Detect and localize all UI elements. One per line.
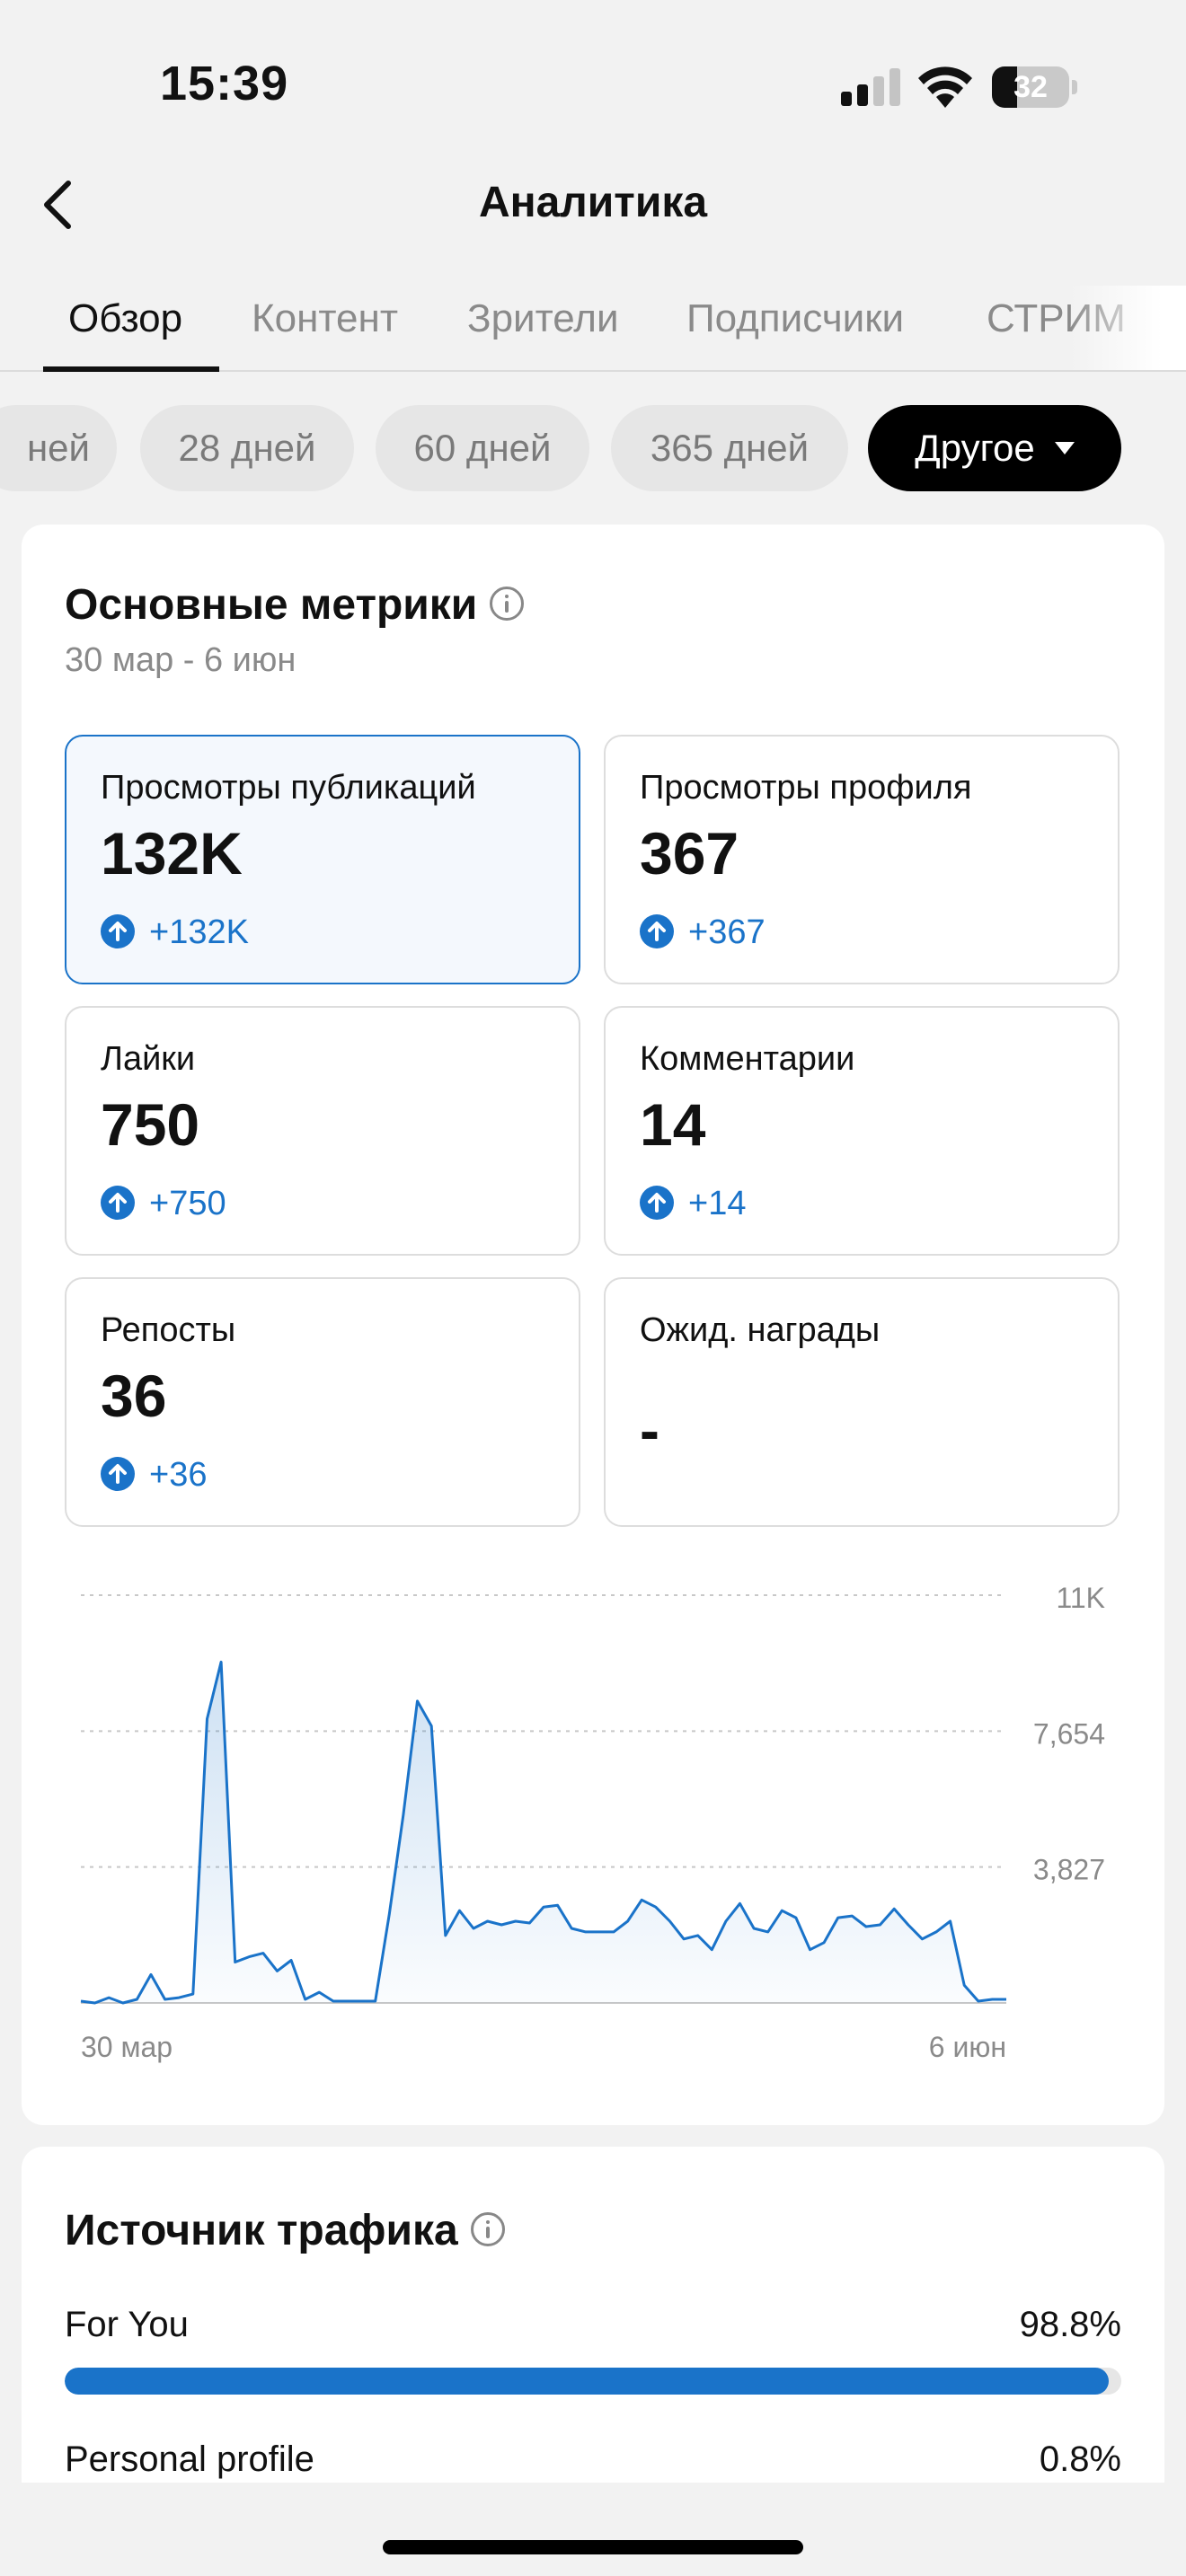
date-range: 30 мар - 6 июн bbox=[65, 641, 296, 679]
traffic-bar-for-you bbox=[65, 2368, 1121, 2395]
tab-viewers[interactable]: Зрители bbox=[467, 296, 619, 341]
arrow-up-icon bbox=[640, 913, 674, 948]
progress-fill bbox=[65, 2368, 1109, 2395]
post-views-chart: 11K 7,654 3,827 30 мар 6 июн bbox=[80, 1582, 1105, 2063]
tab-overview[interactable]: Обзор bbox=[68, 296, 182, 341]
chart-y-tick-label: 7,654 bbox=[1033, 1717, 1105, 1750]
tab-content[interactable]: Контент bbox=[252, 296, 398, 341]
bottom-safe-area bbox=[0, 2483, 1186, 2576]
battery-icon: 32 bbox=[992, 66, 1078, 108]
arrow-up-icon bbox=[101, 1185, 135, 1220]
battery-percent: 32 bbox=[1013, 70, 1048, 104]
metric-comments[interactable]: Комментарии 14 +14 bbox=[604, 1006, 1120, 1256]
active-tab-indicator bbox=[43, 366, 219, 372]
arrow-up-icon bbox=[101, 913, 135, 948]
chart-x-start-label: 30 мар bbox=[81, 2031, 173, 2063]
traffic-source-title: Источник трафика bbox=[65, 2206, 505, 2255]
metric-shares[interactable]: Репосты 36 +36 bbox=[65, 1277, 580, 1527]
page-title: Аналитика bbox=[478, 179, 708, 226]
period-chip-365-days[interactable]: 365 дней bbox=[611, 405, 848, 491]
info-icon[interactable] bbox=[470, 2212, 505, 2247]
period-chip-other[interactable]: Другое bbox=[868, 405, 1121, 491]
caret-down-icon bbox=[1054, 441, 1075, 454]
chart-y-tick-label: 3,827 bbox=[1033, 1854, 1105, 1886]
chart-y-tick-label: 11K bbox=[1056, 1582, 1105, 1614]
arrow-up-icon bbox=[640, 1185, 674, 1220]
home-indicator bbox=[383, 2540, 803, 2554]
metric-expected-rewards[interactable]: Ожид. награды - bbox=[604, 1277, 1120, 1527]
period-chip-60-days[interactable]: 60 дней bbox=[376, 405, 589, 491]
period-chip-partial[interactable]: ней bbox=[0, 405, 117, 491]
wifi-icon bbox=[918, 66, 972, 108]
chart-x-end-label: 6 июн bbox=[929, 2031, 1006, 2063]
status-time: 15:39 bbox=[160, 57, 289, 110]
metric-post-views[interactable]: Просмотры публикаций 132K +132K bbox=[65, 735, 580, 984]
arrow-up-icon bbox=[101, 1456, 135, 1491]
tab-bar: Обзор Контент Зрители Подписчики СТРИМ bbox=[0, 286, 1186, 372]
info-icon[interactable] bbox=[490, 587, 525, 622]
chart-area bbox=[81, 1662, 1006, 2003]
tab-followers[interactable]: Подписчики bbox=[686, 296, 904, 341]
metric-profile-views[interactable]: Просмотры профиля 367 +367 bbox=[604, 735, 1120, 984]
metric-likes[interactable]: Лайки 750 +750 bbox=[65, 1006, 580, 1256]
key-metrics-title: Основные метрики bbox=[65, 580, 525, 630]
period-chip-28-days[interactable]: 28 дней bbox=[140, 405, 354, 491]
cellular-signal-icon bbox=[841, 68, 900, 106]
traffic-source-card: Источник трафика For You 98.8% Personal … bbox=[22, 2147, 1164, 2524]
status-bar: 15:39 32 bbox=[0, 0, 1186, 171]
